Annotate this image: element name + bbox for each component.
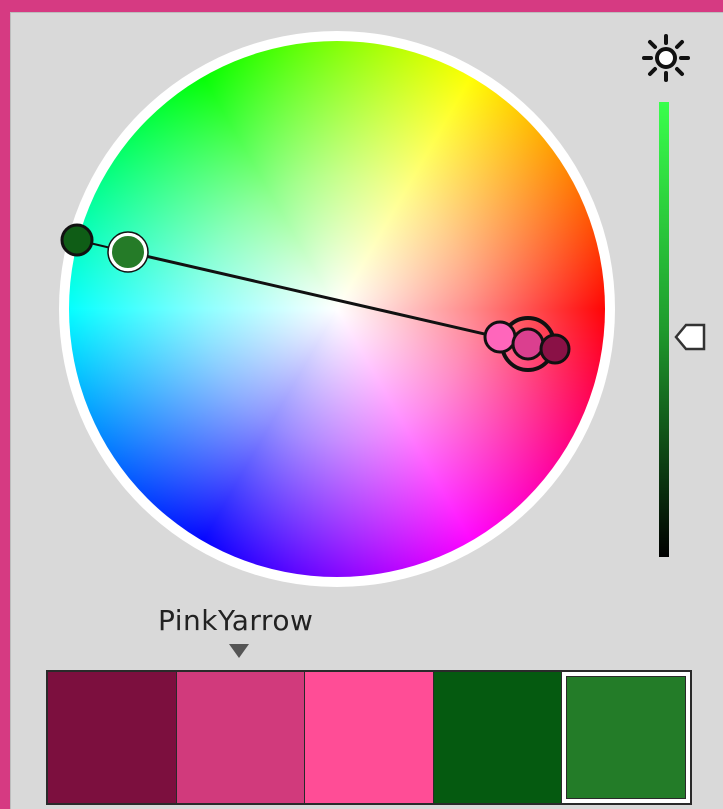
wheel-point-pink-mid[interactable]	[511, 327, 545, 361]
swatch-4[interactable]	[433, 672, 563, 803]
swatch-2[interactable]	[176, 672, 306, 803]
color-scheme-panel: PinkYarrow	[10, 12, 723, 809]
swatch-5[interactable]	[562, 672, 690, 803]
wheel-point-primary-green[interactable]	[108, 232, 148, 272]
color-wheel-markers	[60, 223, 571, 372]
swatch-1[interactable]	[48, 672, 177, 803]
brightness-slider-thumb[interactable]	[674, 322, 708, 352]
color-wheel-area	[10, 12, 633, 602]
scheme-connector-line	[127, 250, 529, 346]
swatch-3[interactable]	[305, 672, 434, 803]
palette-strip	[46, 670, 692, 805]
scheme-pointer-icon	[229, 644, 249, 658]
scheme-name-label[interactable]: PinkYarrow	[158, 604, 313, 637]
sun-icon[interactable]	[642, 34, 690, 82]
brightness-slider-track[interactable]	[659, 102, 669, 557]
wheel-point-pink-dark[interactable]	[539, 333, 571, 365]
wheel-point-secondary-green[interactable]	[60, 223, 94, 257]
wheel-point-pink-light[interactable]	[483, 320, 517, 354]
